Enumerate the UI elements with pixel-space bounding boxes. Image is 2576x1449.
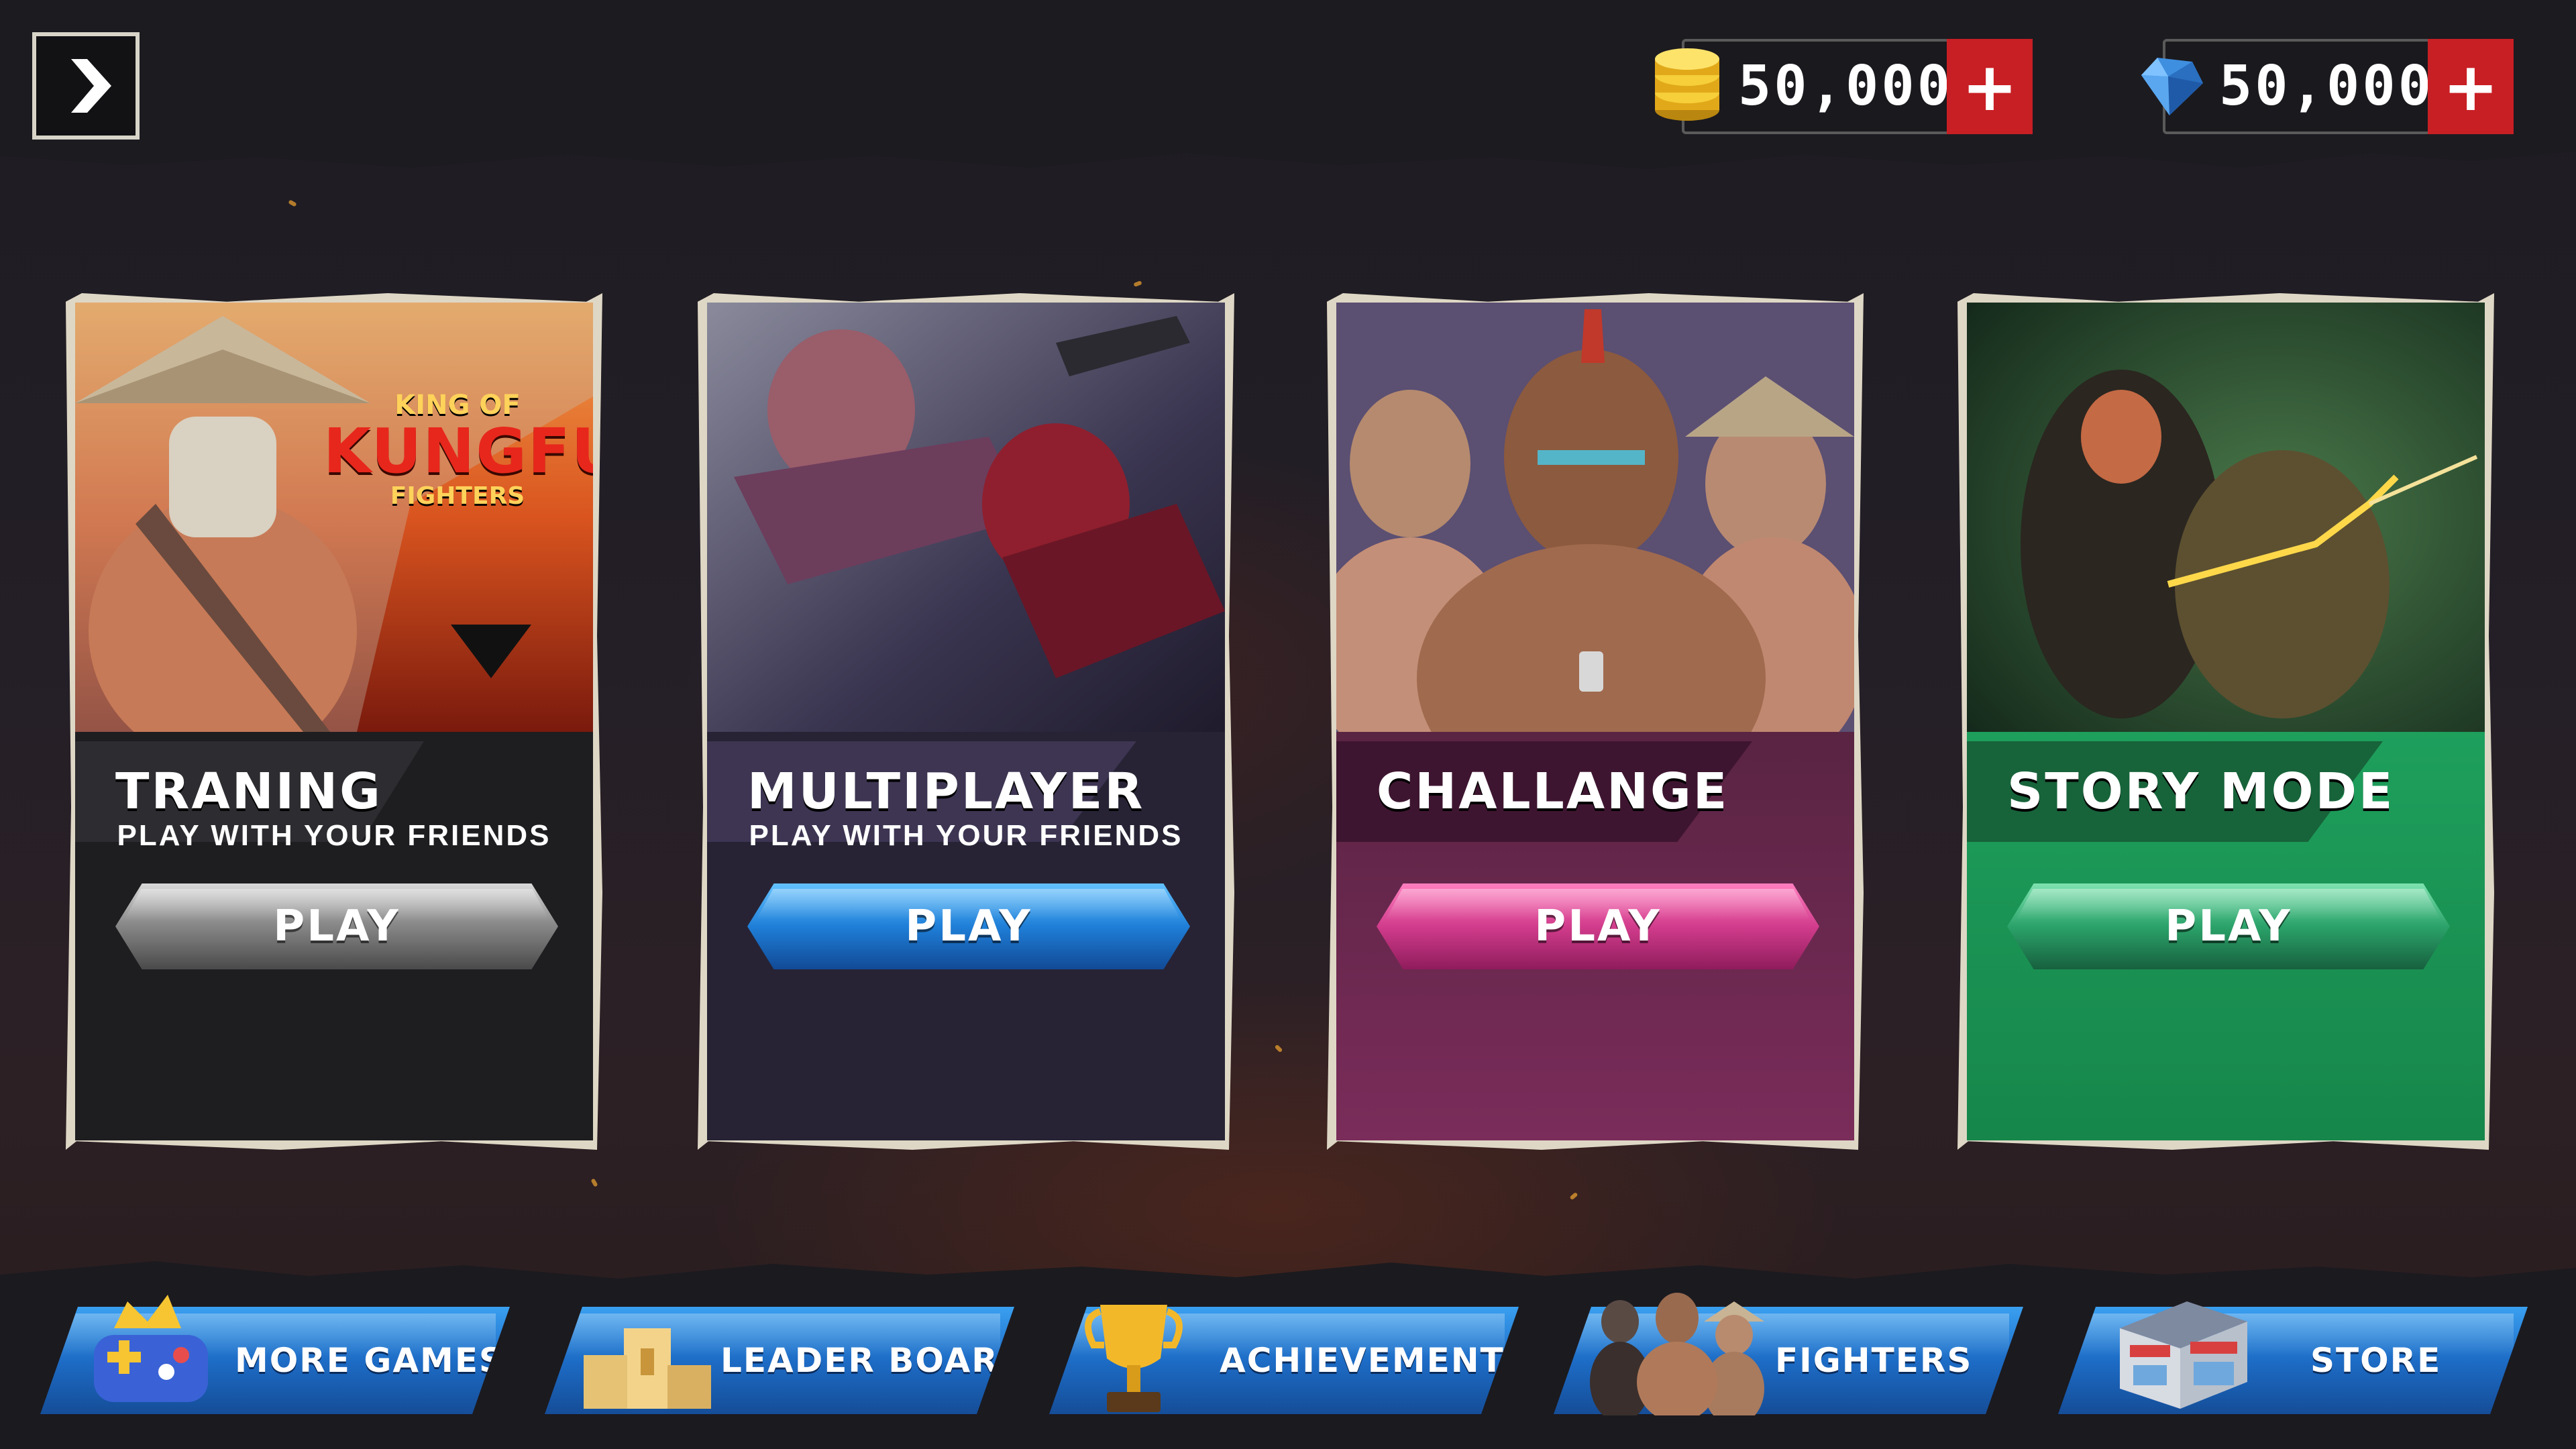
ember-particle: [1274, 1044, 1283, 1053]
mode-subtitle: PLAY WITH YOUR FRIENDS: [749, 819, 1183, 852]
gem-value: 50,000: [2218, 54, 2434, 118]
play-button-training[interactable]: PLAY: [115, 883, 558, 969]
trophy-icon: [1085, 1305, 1183, 1412]
play-label: PLAY: [2165, 902, 2292, 951]
play-label: PLAY: [905, 902, 1032, 951]
coin-pill: 50,000 +: [1682, 39, 2033, 134]
play-button-story[interactable]: PLAY: [2007, 883, 2450, 969]
nav-label: LEADER BOARD: [720, 1341, 1028, 1380]
coin-value: 50,000: [1737, 54, 1953, 118]
logo-line-main: KUNGFU: [323, 415, 593, 487]
diamond-icon: [2141, 58, 2203, 115]
coin-counter: 50,000 +: [1647, 39, 2033, 134]
ember-particle: [288, 199, 297, 207]
nav-label: MORE GAMES: [235, 1341, 504, 1380]
mode-title: STORY MODE: [2007, 763, 2395, 820]
story-artwork: [1967, 303, 2485, 732]
mode-card-multiplayer[interactable]: MULTIPLAYER PLAY WITH YOUR FRIENDS PLAY: [698, 293, 1234, 1150]
mode-card-challenge[interactable]: CHALLANGE PLAY: [1327, 293, 1864, 1150]
training-artwork: [75, 303, 593, 732]
ember-particle: [1569, 1191, 1578, 1201]
fighters-group-icon: [1590, 1293, 1764, 1415]
coin-stack-icon: [1655, 48, 1719, 121]
play-button-challenge[interactable]: PLAY: [1377, 883, 1819, 969]
mode-subtitle: PLAY WITH YOUR FRIENDS: [117, 819, 551, 852]
challenge-artwork: [1336, 303, 1854, 732]
podium-icon: [584, 1328, 711, 1409]
play-button-multiplayer[interactable]: PLAY: [747, 883, 1190, 969]
add-gems-button[interactable]: +: [2428, 39, 2514, 134]
play-label: PLAY: [1534, 902, 1662, 951]
add-coins-label: +: [1962, 47, 2018, 126]
store-building-icon: [2120, 1301, 2247, 1409]
mode-title: CHALLANGE: [1377, 763, 1729, 820]
gem-counter: 50,000 +: [2128, 39, 2514, 134]
nav-label: FIGHTERS: [1775, 1341, 1973, 1380]
gamepad-crown-icon: [94, 1295, 208, 1402]
ember-particle: [590, 1178, 598, 1187]
gem-pill: 50,000 +: [2163, 39, 2514, 134]
back-button[interactable]: [32, 32, 140, 140]
play-label: PLAY: [273, 902, 400, 951]
multiplayer-artwork: [707, 303, 1225, 732]
ember-particle: [1133, 280, 1142, 287]
game-logo: KING OF KUNGFU FIGHTERS: [323, 390, 593, 510]
add-coins-button[interactable]: +: [1947, 39, 2033, 134]
mode-card-training[interactable]: KING OF KUNGFU FIGHTERS TRANING PLAY WIT…: [66, 293, 602, 1150]
mode-card-story[interactable]: STORY MODE PLAY: [1957, 293, 2494, 1150]
nav-label: ACHIEVEMENTS: [1220, 1341, 1530, 1380]
nav-label: STORE: [2310, 1341, 2442, 1380]
chevron-right-icon: [71, 59, 111, 113]
add-gems-label: +: [2443, 47, 2499, 126]
